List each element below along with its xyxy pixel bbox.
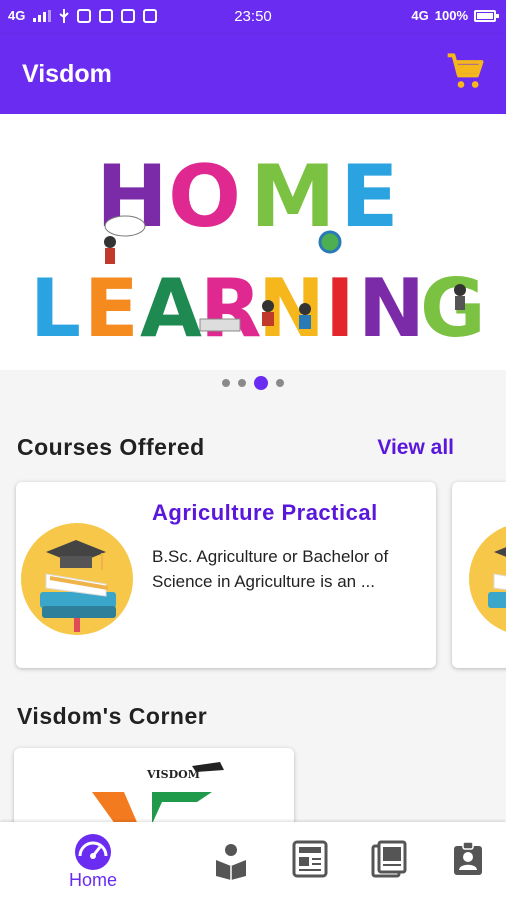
banner-letter: L bbox=[30, 262, 81, 355]
banner-carousel[interactable]: H O M E L E A R N I N G bbox=[0, 114, 506, 370]
app-title: Visdom bbox=[22, 60, 112, 88]
view-all-link[interactable]: View all bbox=[377, 436, 454, 460]
reading-icon[interactable] bbox=[212, 842, 250, 880]
course-title: Agriculture Practical bbox=[152, 500, 378, 525]
status-bar: 4G 23:50 4G 100% bbox=[0, 0, 506, 34]
battery-icon bbox=[474, 9, 499, 22]
carousel-dot[interactable] bbox=[238, 379, 246, 387]
banner-letter: I bbox=[325, 262, 355, 355]
course-description: B.Sc. Agriculture or Bachelor of Science… bbox=[152, 547, 389, 591]
graduation-books-icon bbox=[469, 526, 506, 632]
shopping-cart-icon[interactable] bbox=[446, 52, 486, 92]
carousel-indicator bbox=[0, 376, 506, 390]
news-icon[interactable] bbox=[292, 840, 328, 878]
carousel-dot-active[interactable] bbox=[254, 376, 268, 390]
bottom-navigation: Home bbox=[0, 822, 506, 900]
banner-letter: M bbox=[250, 147, 336, 247]
courses-section-title: Courses Offered bbox=[17, 434, 205, 460]
home-learning-banner: H O M E L E A R N I N G bbox=[30, 147, 486, 355]
corner-section-title: Visdom's Corner bbox=[17, 703, 208, 729]
gallery-icon[interactable] bbox=[371, 840, 407, 878]
banner-letter: R bbox=[200, 262, 262, 355]
profile-icon[interactable] bbox=[453, 842, 483, 876]
banner-letter: G bbox=[420, 262, 486, 355]
carousel-dot[interactable] bbox=[276, 379, 284, 387]
carousel-dot[interactable] bbox=[222, 379, 230, 387]
banner-letter: N bbox=[358, 262, 425, 355]
app-bar: Visdom bbox=[0, 34, 506, 114]
corner-logo-text: VISDOM bbox=[146, 768, 200, 781]
battery-percent: 100% bbox=[434, 8, 468, 23]
banner-letter: E bbox=[84, 262, 139, 355]
banner-letter: O bbox=[168, 147, 241, 247]
status-right: 4G 100% bbox=[411, 8, 499, 23]
nav-home-label[interactable]: Home bbox=[69, 870, 117, 891]
course-card-peek[interactable] bbox=[452, 482, 506, 668]
network-indicator-right: 4G bbox=[411, 8, 429, 23]
speedometer-icon[interactable] bbox=[73, 832, 113, 872]
course-card[interactable]: Agriculture Practical B.Sc. Agriculture … bbox=[16, 482, 436, 668]
banner-letter: A bbox=[140, 262, 202, 355]
banner-letter: E bbox=[340, 147, 399, 247]
graduation-books-icon bbox=[21, 523, 133, 635]
